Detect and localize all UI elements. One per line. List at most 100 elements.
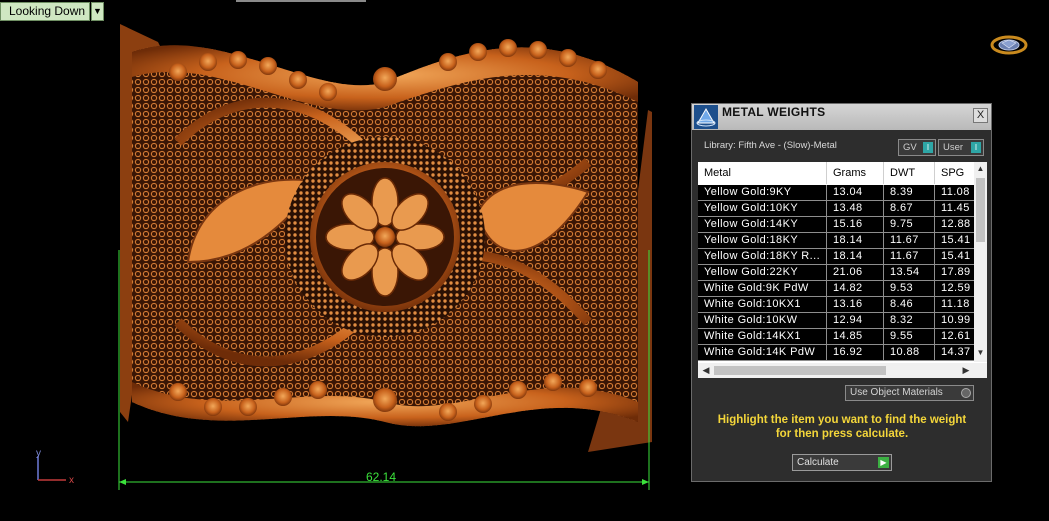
vertical-scroll-thumb[interactable] (976, 178, 985, 242)
cell-metal: White Gold:10KX1 (698, 297, 827, 312)
play-arrow-icon: ▶ (878, 457, 889, 468)
table-row[interactable]: White Gold:14KX1 14.85 9.55 12.61 (698, 329, 974, 345)
cell-spg: 17.89 (941, 266, 971, 278)
horizontal-scrollbar[interactable]: ◀ ▶ (698, 363, 987, 378)
table-row[interactable]: White Gold:9K PdW 14.82 9.53 12.59 (698, 281, 974, 297)
cell-metal: Yellow Gold:18KY R... (698, 249, 827, 264)
view-dropdown-chevron-icon[interactable]: ▼ (91, 2, 104, 21)
table-row[interactable]: Yellow Gold:9KY 13.04 8.39 11.08 (698, 185, 974, 201)
table-header: Metal Grams DWT SPG (698, 162, 974, 184)
use-object-materials-option[interactable]: Use Object Materials (845, 385, 974, 401)
user-toggle-label: User (943, 142, 964, 153)
cell-dwt: 10.88 (884, 345, 935, 360)
svg-text:x: x (69, 475, 74, 486)
cell-grams: 14.82 (827, 281, 884, 296)
cell-spg: 12.88 (941, 218, 971, 230)
table-row[interactable]: Yellow Gold:18KY 18.14 11.67 15.41 (698, 233, 974, 249)
table-body: Yellow Gold:9KY 13.04 8.39 11.08 Yellow Gold… (698, 185, 974, 361)
cell-metal: Yellow Gold:9KY (698, 185, 827, 200)
cell-grams: 13.04 (827, 185, 884, 200)
top-bar: Looking Down ▼ (0, 0, 1049, 22)
library-label: Library: Fifth Ave - (Slow)-Metal (704, 140, 837, 151)
cell-spg: 11.45 (941, 202, 970, 214)
axis-indicator-icon: y x (36, 448, 74, 486)
radio-icon[interactable] (961, 388, 971, 398)
cell-metal: White Gold:10KW (698, 313, 827, 328)
instruction-line-1: Highlight the item you want to find the … (717, 414, 967, 426)
table-row[interactable]: Yellow Gold:22KY 21.06 13.54 17.89 (698, 265, 974, 281)
cell-spg: 10.99 (941, 314, 971, 326)
user-toggle[interactable]: User I (938, 139, 984, 156)
cell-dwt: 8.67 (884, 201, 935, 216)
cell-spg: 14.37 (941, 346, 971, 358)
table-row[interactable]: White Gold:10KW 12.94 8.32 10.99 (698, 313, 974, 329)
vertical-scrollbar[interactable]: ▲ ▼ (974, 162, 987, 362)
cell-grams: 14.85 (827, 329, 884, 344)
scroll-down-icon[interactable]: ▼ (974, 348, 987, 360)
navigation-cube-icon[interactable] (990, 34, 1028, 56)
cell-dwt: 13.54 (884, 265, 935, 280)
top-divider (236, 0, 366, 2)
scroll-up-icon[interactable]: ▲ (974, 164, 987, 176)
cell-grams: 13.48 (827, 201, 884, 216)
cell-dwt: 11.67 (884, 233, 935, 248)
column-header-spg[interactable]: SPG (935, 162, 974, 184)
cell-metal: Yellow Gold:18KY (698, 233, 827, 248)
dimension-line (118, 250, 650, 490)
cell-spg: 11.18 (941, 298, 970, 310)
table-row[interactable]: White Gold:10KX1 13.16 8.46 11.18 (698, 297, 974, 313)
cell-metal: White Gold:14K PdW (698, 345, 827, 360)
cell-grams: 21.06 (827, 265, 884, 280)
cell-spg: 15.41 (941, 250, 971, 262)
column-header-dwt[interactable]: DWT (884, 162, 935, 184)
gv-toggle[interactable]: GV I (898, 139, 936, 156)
panel-titlebar: METAL WEIGHTS X (692, 104, 991, 130)
cell-metal: Yellow Gold:14KY (698, 217, 827, 232)
cell-dwt: 9.55 (884, 329, 935, 344)
metal-weights-logo-icon (694, 105, 718, 129)
instruction-text: Highlight the item you want to find the … (702, 413, 982, 441)
user-toggle-indicator: I (971, 142, 981, 153)
cell-metal: White Gold:9K PdW (698, 281, 827, 296)
use-object-materials-label: Use Object Materials (850, 387, 943, 398)
gv-toggle-label: GV (903, 142, 917, 153)
cell-metal: White Gold:14KX1 (698, 329, 827, 344)
cell-dwt: 9.53 (884, 281, 935, 296)
table-row[interactable]: Yellow Gold:14KY 15.16 9.75 12.88 (698, 217, 974, 233)
scroll-left-icon[interactable]: ◀ (700, 363, 712, 378)
column-header-metal[interactable]: Metal (698, 162, 827, 184)
cell-grams: 18.14 (827, 249, 884, 264)
close-button[interactable]: X (973, 108, 988, 123)
cell-grams: 12.94 (827, 313, 884, 328)
calculate-button[interactable]: Calculate ▶ (792, 454, 892, 471)
table-row[interactable]: White Gold:14K PdW 16.92 10.88 14.37 (698, 345, 974, 361)
dimension-value: 62.14 (366, 470, 397, 484)
cell-spg: 12.59 (941, 282, 971, 294)
cell-metal: Yellow Gold:22KY (698, 265, 827, 280)
cell-metal: Yellow Gold:10KY (698, 201, 827, 216)
cell-spg: 15.41 (941, 234, 971, 246)
table-row[interactable]: Yellow Gold:10KY 13.48 8.67 11.45 (698, 201, 974, 217)
instruction-line-2: for then press calculate. (775, 428, 909, 440)
cell-grams: 13.16 (827, 297, 884, 312)
metal-weights-panel: METAL WEIGHTS X Library: Fifth Ave - (Sl… (691, 103, 992, 482)
column-header-grams[interactable]: Grams (827, 162, 884, 184)
cell-dwt: 9.75 (884, 217, 935, 232)
scroll-right-icon[interactable]: ▶ (960, 363, 972, 378)
gv-toggle-indicator: I (923, 142, 933, 153)
calculate-label: Calculate (797, 457, 839, 468)
cell-dwt: 8.39 (884, 185, 935, 200)
cell-spg: 11.08 (941, 186, 970, 198)
table-row[interactable]: Yellow Gold:18KY R... 18.14 11.67 15.41 (698, 249, 974, 265)
view-selector[interactable]: Looking Down (0, 2, 90, 21)
cell-dwt: 8.32 (884, 313, 935, 328)
svg-text:y: y (36, 448, 41, 459)
cell-grams: 16.92 (827, 345, 884, 360)
cell-spg: 12.61 (941, 330, 971, 342)
cell-dwt: 8.46 (884, 297, 935, 312)
horizontal-scroll-thumb[interactable] (714, 366, 886, 375)
cell-dwt: 11.67 (884, 249, 935, 264)
metal-table: Metal Grams DWT SPG Yellow Gold:9KY 13.04… (698, 162, 987, 378)
cell-grams: 18.14 (827, 233, 884, 248)
cell-grams: 15.16 (827, 217, 884, 232)
